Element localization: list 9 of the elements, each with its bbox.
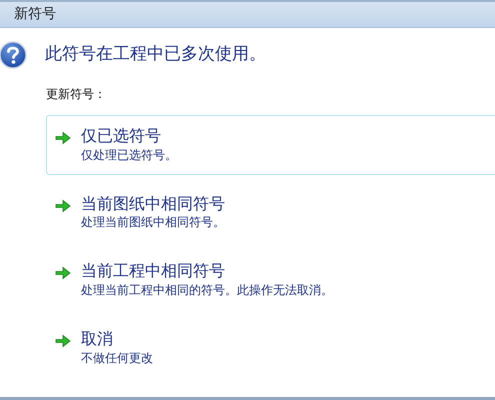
question-icon — [0, 41, 27, 69]
arrow-icon — [55, 198, 71, 213]
command-link[interactable]: 仅已选符号 仅处理已选符号。 — [46, 115, 495, 175]
window-title: 新符号 — [14, 5, 56, 24]
arrow-icon — [55, 266, 71, 280]
prompt-label: 更新符号： — [46, 86, 107, 103]
arrow-icon — [55, 334, 71, 348]
dialog-heading: 此符号在工程中已多次使用。 — [45, 43, 266, 66]
arrow-icon — [55, 131, 71, 145]
